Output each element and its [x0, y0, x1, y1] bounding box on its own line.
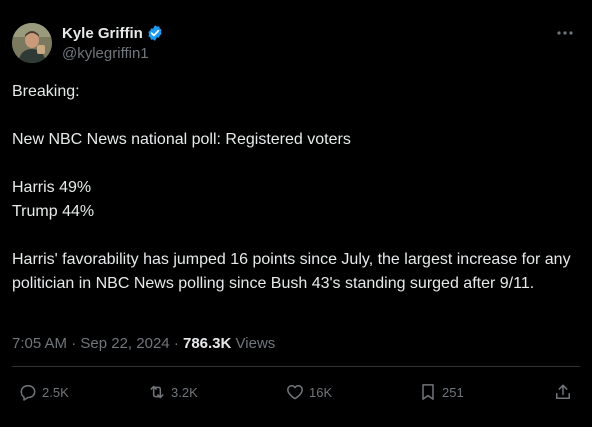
- heart-icon: [287, 385, 303, 400]
- like-count: 16K: [309, 384, 333, 400]
- avatar[interactable]: [12, 23, 52, 63]
- divider: [12, 366, 580, 367]
- repost-button[interactable]: 3.2K: [147, 382, 198, 402]
- author-name[interactable]: Kyle Griffin: [62, 25, 143, 42]
- action-bar: 2.5K 3.2K 16K 251: [0, 382, 592, 410]
- tweet-line: Trump 44%: [12, 203, 95, 220]
- views-label: Views: [235, 335, 276, 352]
- bookmark-count: 251: [442, 384, 464, 400]
- reply-icon: [20, 385, 36, 401]
- meta-separator: ·: [173, 335, 183, 352]
- tweet-line: Harris 49%: [12, 179, 92, 196]
- like-button[interactable]: 16K: [285, 382, 332, 402]
- meta-separator: ·: [71, 335, 81, 352]
- avatar-image: [12, 23, 52, 63]
- bookmark-icon: [422, 384, 434, 400]
- reply-button[interactable]: 2.5K: [18, 382, 69, 402]
- repost-count: 3.2K: [171, 384, 198, 400]
- more-icon[interactable]: [554, 22, 576, 44]
- tweet-text: Breaking: New NBC News national poll: Re…: [12, 80, 582, 296]
- author-handle[interactable]: @kylegriffin1: [62, 45, 149, 62]
- views-count: 786.3K: [182, 335, 232, 352]
- repost-icon: [150, 385, 164, 399]
- author-row: Kyle Griffin: [62, 24, 164, 42]
- verified-badge-icon: [146, 24, 164, 42]
- tweet-date[interactable]: Sep 22, 2024: [80, 335, 169, 352]
- tweet-line: Breaking:: [12, 83, 80, 100]
- share-button[interactable]: [553, 382, 573, 402]
- tweet-line: Harris' favorability has jumped 16 point…: [12, 251, 571, 292]
- reply-count: 2.5K: [42, 384, 69, 400]
- tweet-card: Kyle Griffin @kylegriffin1 Breaking: New…: [0, 0, 592, 427]
- tweet-line: New NBC News national poll: Registered v…: [12, 131, 351, 148]
- tweet-time[interactable]: 7:05 AM: [12, 335, 67, 352]
- bookmark-button[interactable]: 251: [418, 382, 464, 402]
- tweet-meta: 7:05 AM · Sep 22, 2024 · 786.3K Views: [12, 335, 275, 352]
- share-icon: [556, 384, 570, 399]
